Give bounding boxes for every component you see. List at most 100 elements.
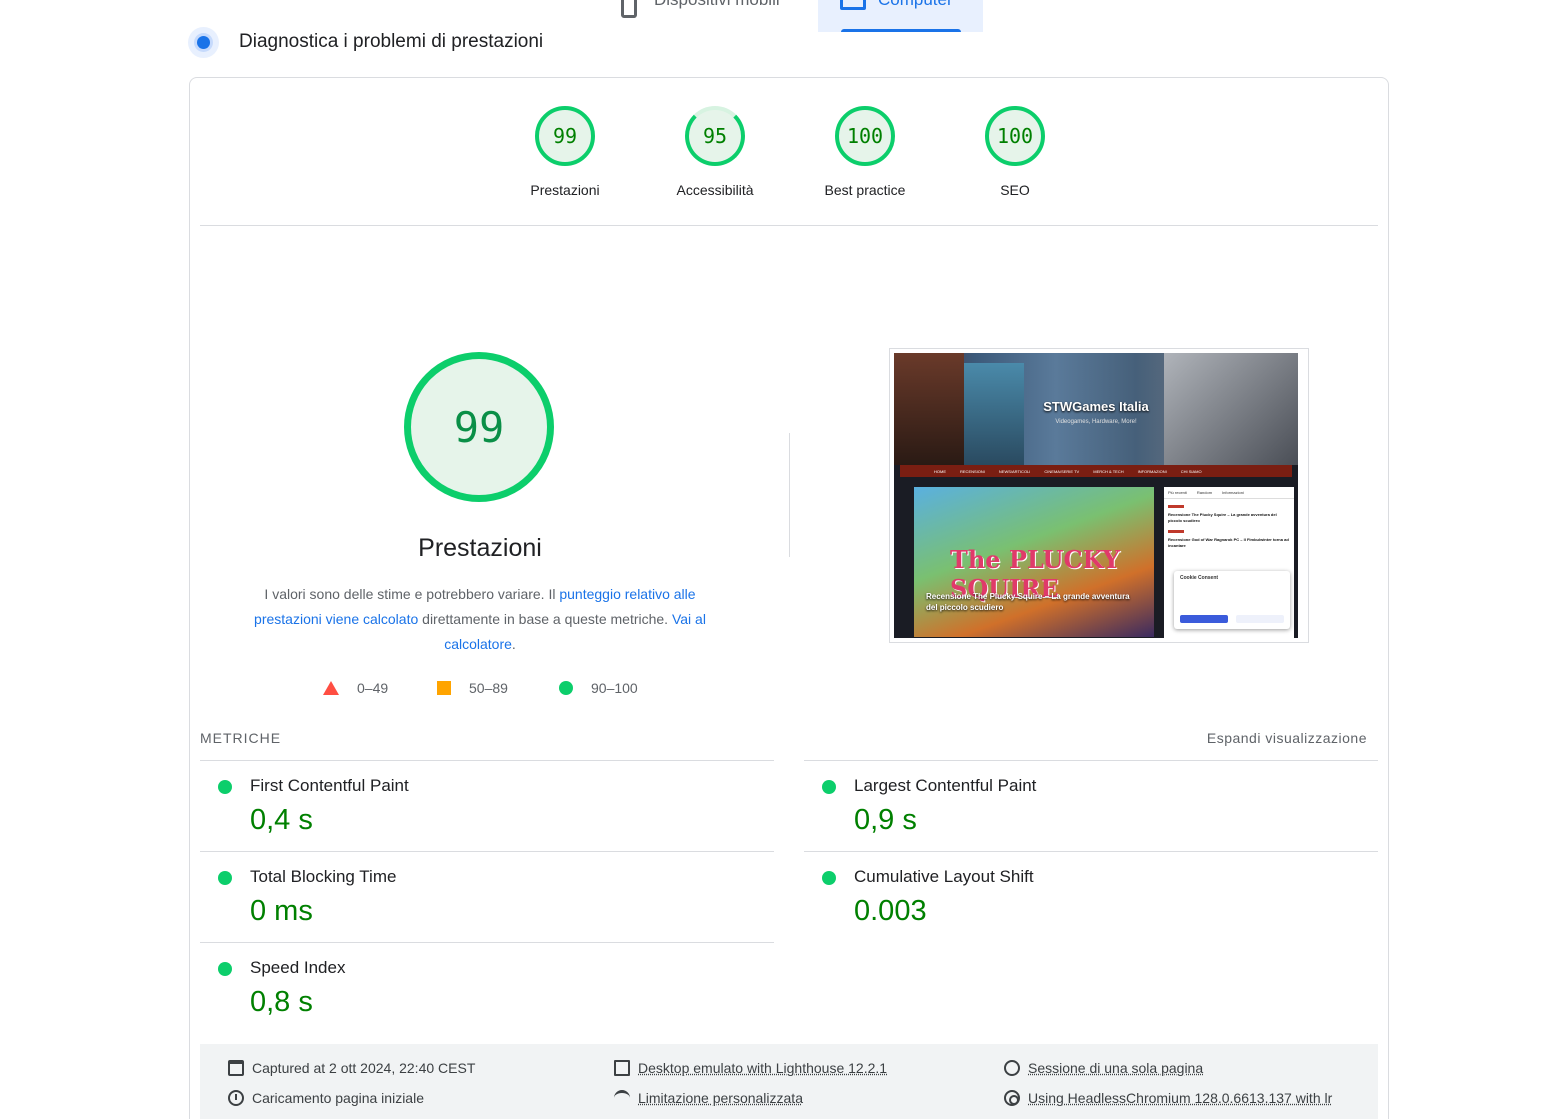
gauge-score: 100 (985, 106, 1045, 166)
gauge-accessibility[interactable]: 95 Accessibilità (640, 106, 790, 198)
metric-fcp: First Contentful Paint 0,4 s (200, 760, 774, 851)
sidebar-tab: Random (1196, 490, 1213, 495)
gauge-best-practices[interactable]: 100 Best practice (790, 106, 940, 198)
tab-desktop-label: Computer (878, 0, 953, 10)
site-nav: HOME RECENSIONI NEWS/ARTICOLI CINEMA/SER… (900, 465, 1292, 477)
metric-value: 0,8 s (250, 986, 313, 1018)
legend-average-label: 50–89 (469, 680, 508, 696)
sidebar-article-title: Recensione God of War Ragnarok PC – Il F… (1168, 537, 1289, 548)
info-load-text: Caricamento pagina iniziale (252, 1090, 424, 1106)
gauge-label: Accessibilità (676, 182, 754, 198)
metric-cls: Cumulative Layout Shift 0.003 (804, 851, 1378, 942)
legend-average: 50–89 (437, 680, 508, 696)
square-icon (437, 681, 451, 695)
active-tab-indicator (841, 29, 961, 32)
nav-item: MERCH & TECH (1093, 468, 1124, 474)
info-throttling[interactable]: Limitazione personalizzata (614, 1090, 803, 1106)
legend-fail: 0–49 (323, 680, 388, 696)
info-captured-text: Captured at 2 ott 2024, 22:40 CEST (252, 1060, 476, 1076)
metric-value: 0,9 s (854, 804, 917, 836)
tab-mobile-label: Dispositivi mobili (654, 0, 780, 10)
gauge-performance[interactable]: 99 Prestazioni (490, 106, 640, 198)
gauge-label: Best practice (824, 182, 906, 198)
timer-icon (228, 1090, 244, 1106)
info-throttling-text: Limitazione personalizzata (638, 1090, 803, 1106)
nav-item: HOME (934, 468, 946, 474)
metric-value: 0 ms (250, 895, 313, 927)
desc-text: I valori sono delle stime e potrebbero v… (264, 586, 560, 602)
info-session[interactable]: Sessione di una sola pagina (1004, 1060, 1203, 1076)
gauge-score: 100 (835, 106, 895, 166)
desktop-icon (614, 1060, 630, 1076)
sidebar-article: Recensione The Plucky Squire – La grande… (1168, 505, 1290, 524)
pass-circle-icon (822, 780, 836, 794)
run-info-box: Captured at 2 ott 2024, 22:40 CEST Deskt… (200, 1044, 1378, 1119)
desc-text: direttamente in base a queste metriche. (418, 611, 672, 627)
hero-image: The PLUCKY SQUIRE (914, 487, 1154, 637)
metric-name: Largest Contentful Paint (854, 776, 1037, 795)
metric-lcp: Largest Contentful Paint 0,9 s (804, 760, 1378, 851)
site-subtitle: Videogames, Hardware, More! (1055, 419, 1137, 425)
expand-view-toggle[interactable]: Espandi visualizzazione (1207, 730, 1367, 746)
category-gauges: 99 Prestazioni 95 Accessibilità 100 Best… (190, 106, 1390, 226)
legend-pass: 90–100 (559, 680, 638, 696)
tab-desktop[interactable]: Computer (818, 0, 983, 32)
pass-circle-icon (218, 871, 232, 885)
metric-name: Total Blocking Time (250, 867, 397, 886)
info-device[interactable]: Desktop emulato with Lighthouse 12.2.1 (614, 1060, 887, 1076)
final-screenshot[interactable]: STWGames Italia Videogames, Hardware, Mo… (889, 348, 1309, 643)
performance-score-gauge: 99 (404, 352, 554, 502)
info-captured: Captured at 2 ott 2024, 22:40 CEST (228, 1060, 475, 1076)
laptop-icon (840, 0, 866, 10)
metric-name: First Contentful Paint (250, 776, 409, 795)
gauge-score: 95 (685, 106, 745, 166)
nav-item: INFORMAZIONI (1137, 468, 1167, 474)
gauge-score: 99 (535, 106, 595, 166)
page-title: Diagnostica i problemi di prestazioni (239, 31, 544, 52)
site-title: STWGames Italia (1043, 399, 1149, 414)
vertical-divider (789, 433, 790, 557)
triangle-icon (323, 681, 339, 695)
gauge-label: Prestazioni (530, 182, 600, 198)
cookie-title: Cookie Consent (1180, 575, 1219, 581)
metric-name: Cumulative Layout Shift (854, 867, 1034, 886)
pass-circle-icon (822, 871, 836, 885)
performance-title: Prestazioni (418, 534, 542, 562)
desc-text: . (511, 636, 516, 652)
pass-circle-icon (218, 962, 232, 976)
metric-tbt: Total Blocking Time 0 ms (200, 851, 774, 942)
session-icon (1004, 1060, 1020, 1076)
gauge-label: SEO (1000, 182, 1030, 198)
diagnostics-icon (188, 26, 219, 58)
sidebar-tab: Più recenti (1168, 490, 1187, 495)
metric-value: 0,4 s (250, 804, 313, 836)
metric-speed-index: Speed Index 0,8 s (200, 942, 774, 1033)
device-tabs: Dispositivi mobili Computer (600, 0, 983, 32)
pass-circle-icon (218, 780, 232, 794)
sidebar-tab: Informazioni (1222, 490, 1244, 495)
info-session-text: Sessione di una sola pagina (1028, 1060, 1204, 1076)
score-legend: 0–49 50–89 90–100 (190, 680, 790, 700)
info-load: Caricamento pagina iniziale (228, 1090, 424, 1106)
legend-fail-label: 0–49 (357, 680, 389, 696)
info-browser-text: Using HeadlessChromium 128.0.6613.137 wi… (1028, 1090, 1333, 1106)
gauge-seo[interactable]: 100 SEO (940, 106, 1090, 198)
cookie-accept-button (1180, 615, 1228, 623)
wifi-icon (614, 1090, 630, 1106)
info-browser[interactable]: Using HeadlessChromium 128.0.6613.137 wi… (1004, 1090, 1332, 1106)
nav-item: NEWS/ARTICOLI (998, 468, 1031, 474)
metric-name: Speed Index (250, 958, 346, 977)
sidebar-article: Recensione God of War Ragnarok PC – Il F… (1168, 530, 1290, 549)
lighthouse-report: 99 Prestazioni 95 Accessibilità 100 Best… (189, 77, 1389, 1119)
hero-caption: Recensione The Plucky Squire – La grande… (926, 592, 1130, 612)
nav-item: RECENSIONI (960, 468, 985, 474)
legend-pass-label: 90–100 (591, 680, 638, 696)
divider (200, 225, 1378, 226)
chrome-icon (1004, 1090, 1020, 1106)
smartphone-icon (621, 0, 637, 18)
nav-item: CINEMA/SERIE TV (1044, 468, 1080, 474)
nav-item: CHI SIAMO (1180, 468, 1202, 474)
performance-description: I valori sono delle stime e potrebbero v… (230, 582, 730, 657)
cookie-necessary-button (1236, 615, 1284, 623)
tab-mobile[interactable]: Dispositivi mobili (600, 0, 818, 32)
